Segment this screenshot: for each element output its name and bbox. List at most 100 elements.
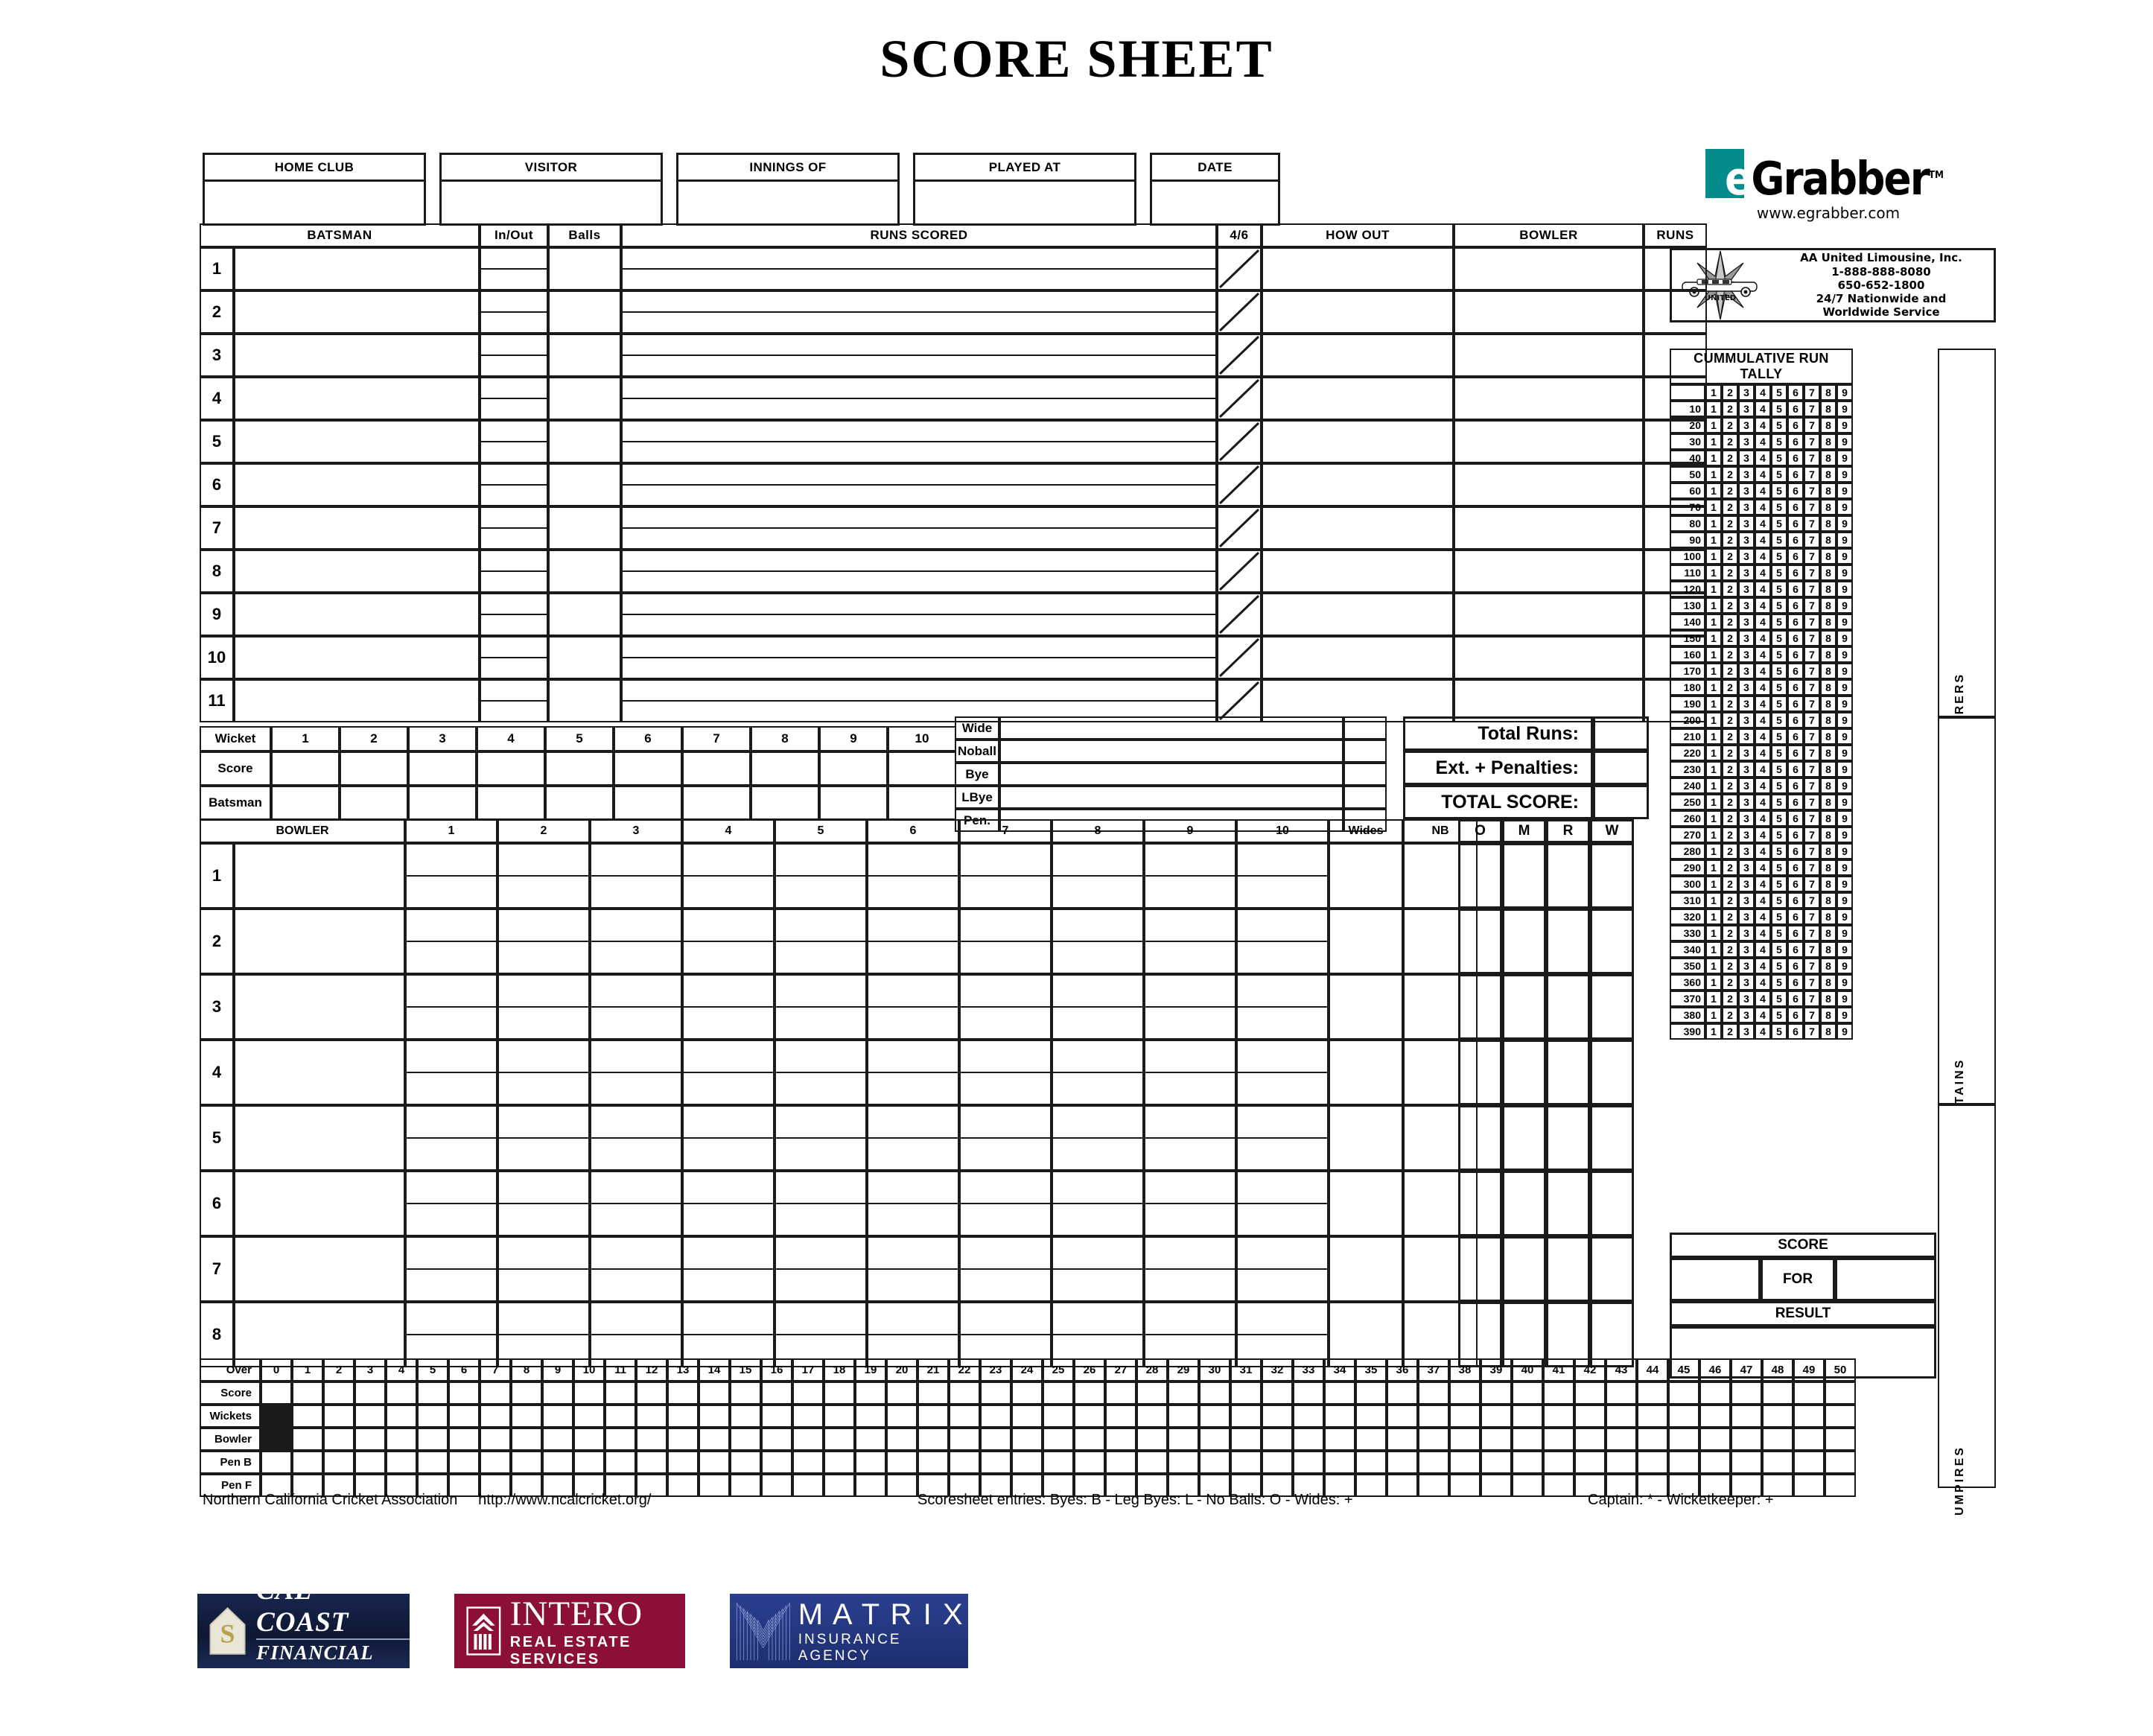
over-balls-top[interactable]: [1145, 1072, 1235, 1073]
bowler-over-cell[interactable]: [775, 1040, 867, 1105]
tally-digit-cell[interactable]: 2: [1722, 483, 1738, 499]
inout-in[interactable]: [481, 354, 547, 356]
overgrid-cell[interactable]: [1011, 1382, 1043, 1405]
over-balls-top[interactable]: [499, 1072, 588, 1073]
overgrid-cell[interactable]: [573, 1405, 605, 1428]
overgrid-cell[interactable]: [1074, 1451, 1105, 1474]
overgrid-cell[interactable]: [824, 1428, 855, 1451]
umpires-box[interactable]: UMPIRES: [1938, 1104, 1996, 1516]
tally-digit-cell[interactable]: 5: [1771, 532, 1787, 548]
over-balls-top[interactable]: [499, 941, 588, 942]
overgrid-cell[interactable]: [1105, 1428, 1136, 1451]
tally-digit-cell[interactable]: 3: [1738, 646, 1755, 663]
overgrid-cell[interactable]: [1699, 1451, 1731, 1474]
overgrid-cell[interactable]: [1136, 1405, 1168, 1428]
tally-digit-cell[interactable]: 9: [1836, 401, 1853, 417]
tally-digit-cell[interactable]: 4: [1755, 663, 1771, 679]
batsman-bowler-cell[interactable]: [1454, 506, 1644, 550]
overgrid-cell[interactable]: [886, 1405, 918, 1428]
over-balls-top[interactable]: [1238, 1203, 1327, 1204]
over-balls-top[interactable]: [961, 1137, 1050, 1139]
bowler-over-cell[interactable]: [497, 843, 590, 909]
tally-digit-cell[interactable]: 2: [1722, 778, 1738, 794]
runs-line-1[interactable]: [623, 484, 1215, 486]
omrw-o-cell[interactable]: [1458, 909, 1502, 974]
tally-digit-cell[interactable]: 5: [1771, 778, 1787, 794]
tally-digit-cell[interactable]: 2: [1722, 401, 1738, 417]
bowler-over-cell[interactable]: [775, 1236, 867, 1302]
bowler-over-cell[interactable]: [682, 909, 775, 974]
batsman-four-six-cell[interactable]: [1217, 377, 1262, 420]
overgrid-cell[interactable]: [417, 1405, 448, 1428]
tally-digit-cell[interactable]: 2: [1722, 581, 1738, 597]
batsman-four-six-cell[interactable]: [1217, 290, 1262, 334]
tally-digit-cell[interactable]: 4: [1755, 499, 1771, 515]
tally-digit-cell[interactable]: 3: [1738, 974, 1755, 991]
omrw-r-cell[interactable]: [1546, 1302, 1590, 1367]
tally-digit-cell[interactable]: 8: [1820, 827, 1836, 843]
tally-digit-cell[interactable]: 9: [1836, 941, 1853, 958]
tally-digit-cell[interactable]: 8: [1820, 778, 1836, 794]
over-balls-top[interactable]: [1053, 1006, 1142, 1008]
tally-digit-cell[interactable]: 9: [1836, 433, 1853, 450]
overgrid-cell[interactable]: [855, 1451, 886, 1474]
bowler-over-cell[interactable]: [867, 1236, 959, 1302]
tally-digit-cell[interactable]: 7: [1804, 761, 1820, 778]
overgrid-cell[interactable]: [1512, 1382, 1543, 1405]
bowler-over-cell[interactable]: [405, 1302, 497, 1367]
bowler-over-cell[interactable]: [1236, 909, 1329, 974]
tally-digit-cell[interactable]: 9: [1836, 974, 1853, 991]
tally-digit-cell[interactable]: 3: [1738, 679, 1755, 696]
tally-digit-cell[interactable]: 5: [1771, 810, 1787, 827]
batsman-how-out-cell[interactable]: [1262, 290, 1454, 334]
tally-digit-cell[interactable]: 5: [1771, 696, 1787, 712]
tally-digit-cell[interactable]: 6: [1787, 745, 1804, 761]
tally-digit-cell[interactable]: 9: [1836, 663, 1853, 679]
tally-digit-cell[interactable]: 9: [1836, 466, 1853, 483]
bowler-wides-cell[interactable]: [1329, 1302, 1403, 1367]
omrw-m-cell[interactable]: [1502, 843, 1546, 909]
inout-in[interactable]: [481, 527, 547, 529]
wicket-cell[interactable]: [614, 751, 682, 786]
tally-digit-cell[interactable]: 3: [1738, 515, 1755, 532]
batsman-runs-cell[interactable]: [1644, 247, 1707, 290]
overgrid-cell[interactable]: [480, 1451, 511, 1474]
tally-digit-cell[interactable]: 9: [1836, 778, 1853, 794]
overgrid-cell[interactable]: [1574, 1405, 1606, 1428]
tally-digit-cell[interactable]: 2: [1722, 663, 1738, 679]
batsman-inout-cell[interactable]: [480, 377, 548, 420]
tally-digit-cell[interactable]: 3: [1738, 597, 1755, 614]
overgrid-cell[interactable]: [1043, 1428, 1074, 1451]
wicket-cell[interactable]: [340, 751, 408, 786]
bowler-wides-cell[interactable]: [1329, 1236, 1403, 1302]
overgrid-cell[interactable]: [1355, 1428, 1387, 1451]
tally-digit-cell[interactable]: 3: [1738, 384, 1755, 401]
overgrid-cell[interactable]: [1043, 1451, 1074, 1474]
overgrid-cell[interactable]: [636, 1382, 667, 1405]
overgrid-cell[interactable]: [1043, 1405, 1074, 1428]
tally-digit-cell[interactable]: 6: [1787, 794, 1804, 810]
bowler-over-cell[interactable]: [497, 909, 590, 974]
over-balls-top[interactable]: [1053, 875, 1142, 877]
tally-digit-cell[interactable]: 3: [1738, 876, 1755, 892]
tally-digit-cell[interactable]: 1: [1705, 892, 1722, 909]
tally-digit-cell[interactable]: 9: [1836, 761, 1853, 778]
overgrid-cell[interactable]: [918, 1451, 949, 1474]
bowler-over-cell[interactable]: [1144, 1302, 1236, 1367]
tally-digit-cell[interactable]: 1: [1705, 515, 1722, 532]
over-balls-top[interactable]: [961, 1203, 1050, 1204]
over-balls-top[interactable]: [1145, 1334, 1235, 1335]
batsman-bowler-cell[interactable]: [1454, 420, 1644, 463]
tally-digit-cell[interactable]: 9: [1836, 483, 1853, 499]
tally-digit-cell[interactable]: 6: [1787, 433, 1804, 450]
bowler-over-cell[interactable]: [405, 909, 497, 974]
overgrid-cell[interactable]: [1512, 1428, 1543, 1451]
overgrid-cell[interactable]: [542, 1451, 573, 1474]
tally-digit-cell[interactable]: 2: [1722, 614, 1738, 630]
omrw-w-cell[interactable]: [1590, 974, 1634, 1040]
overgrid-cell[interactable]: [1136, 1382, 1168, 1405]
batsman-name-cell[interactable]: [234, 679, 480, 722]
overgrid-cell[interactable]: [480, 1405, 511, 1428]
tally-digit-cell[interactable]: 2: [1722, 925, 1738, 941]
omrw-r-cell[interactable]: [1546, 909, 1590, 974]
